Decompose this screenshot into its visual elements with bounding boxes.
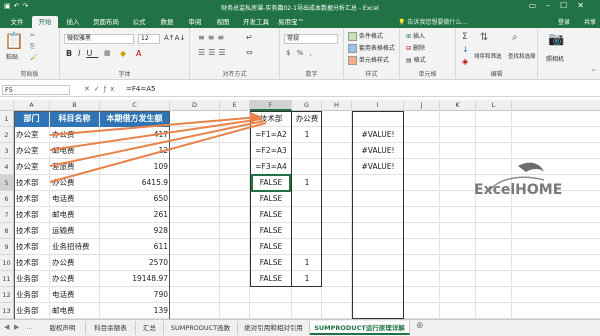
sheet-tab[interactable]: 科目余额表	[86, 321, 136, 335]
arrow-line	[49, 120, 265, 167]
sheet-tab[interactable]: 汇总	[136, 321, 164, 335]
excelhome-logo: ExcelHOME	[474, 162, 562, 198]
prev-sheet-icon[interactable]: ◀	[4, 323, 9, 331]
sheet-tab[interactable]: 版权声明	[40, 321, 86, 335]
next-sheet-icon[interactable]: ▶	[14, 323, 19, 331]
arrow-line	[49, 118, 263, 151]
more-sheets-icon[interactable]: …	[26, 323, 33, 331]
sheet-tab-active[interactable]: SUMPRODUCT运行原理详解	[310, 321, 410, 335]
sheet-tab[interactable]: SUMPRODUCT函数	[164, 321, 238, 335]
sheet-tab[interactable]: 绝对引用和相对引用	[238, 321, 310, 335]
logo-text: ExcelHOME	[474, 182, 562, 198]
add-sheet-icon[interactable]: ⊕	[416, 321, 424, 331]
sheet-tab-bar: ◀ ▶ … 版权声明 科目余额表 汇总 SUMPRODUCT函数 绝对引用和相对…	[0, 319, 600, 336]
